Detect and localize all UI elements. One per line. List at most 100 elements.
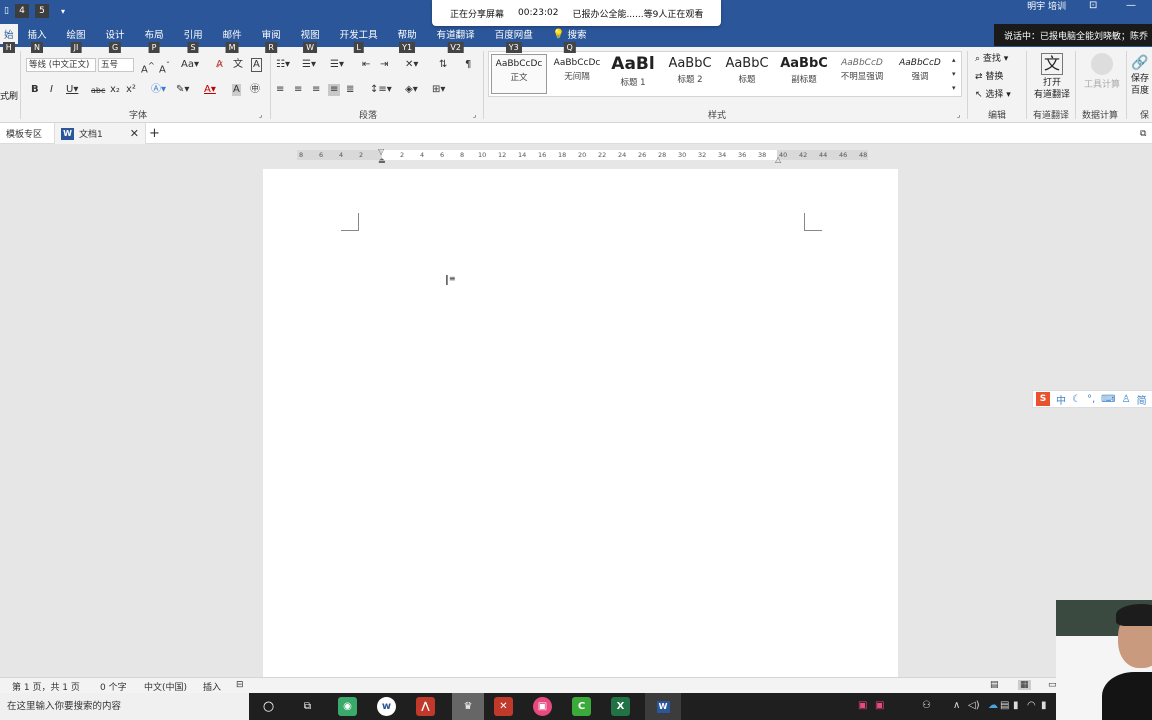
first-line-indent-marker[interactable]: ▽	[378, 147, 384, 156]
font-name-select[interactable]: 等线 (中文正文)	[26, 58, 96, 72]
tab-youdao[interactable]: 有道翻译 V2	[427, 24, 485, 53]
show-marks-icon[interactable]: ¶	[465, 59, 471, 71]
app-green-icon[interactable]: ◉	[338, 697, 357, 716]
find-button[interactable]: ⌕ 查找 ▾	[975, 53, 1008, 65]
format-painter-button[interactable]: 式刷	[0, 91, 18, 103]
left-indent-marker[interactable]: ⏏	[378, 156, 386, 165]
ime-simplified[interactable]: 简	[1137, 392, 1147, 407]
save-icon[interactable]: ▯	[4, 6, 9, 16]
bullets-icon[interactable]: ☷▾	[276, 59, 290, 71]
clear-format-icon[interactable]: A̷	[216, 59, 223, 71]
underline-icon[interactable]: U▾	[66, 84, 78, 96]
tray-app-icon[interactable]: ▣	[858, 700, 867, 711]
page-count[interactable]: 第 1 页，共 1 页	[12, 680, 80, 693]
shrink-font-icon[interactable]: Aˇ	[159, 59, 170, 76]
language[interactable]: 中文(中国)	[144, 680, 187, 693]
tab-template-zone[interactable]: 模板专区	[6, 123, 42, 144]
punctuation-icon[interactable]: °,	[1087, 394, 1095, 405]
volume-icon[interactable]: ◁)	[968, 700, 980, 711]
document-page[interactable]: I≡	[263, 169, 898, 689]
styles-scroll-down-icon[interactable]: ▾	[952, 68, 956, 80]
cortana-icon[interactable]: ○	[259, 697, 278, 716]
tab-design[interactable]: 设计 G	[96, 24, 135, 53]
insert-mode[interactable]: 插入	[203, 680, 221, 693]
align-left-icon[interactable]: ≡	[276, 84, 284, 96]
styles-dialog-launcher-icon[interactable]: ⌟	[957, 109, 960, 121]
styles-scroll-up-icon[interactable]: ▴	[952, 54, 956, 66]
people-icon[interactable]: ⚇	[922, 700, 931, 711]
baidu-save-button[interactable]: 🔗 保存 百度	[1131, 53, 1152, 97]
youdao-translate-button[interactable]: 文 打开 有道翻译	[1032, 53, 1072, 101]
tray-mic-icon[interactable]: ▮	[1041, 700, 1047, 711]
user-name[interactable]: 明宇 培训	[1027, 0, 1066, 14]
font-size-select[interactable]: 五号	[98, 58, 134, 72]
tab-insert[interactable]: 插入 N	[18, 24, 57, 53]
style-subtitle[interactable]: AaBbC 副标题	[776, 54, 832, 94]
text-effects-icon[interactable]: Ⓐ▾	[151, 84, 166, 96]
grow-font-icon[interactable]: A^	[141, 59, 155, 76]
tool-calc-button[interactable]: 工具计算	[1081, 53, 1123, 91]
align-center-icon[interactable]: ≡	[294, 84, 302, 96]
numbering-icon[interactable]: ☰▾	[302, 59, 316, 71]
app-w-icon[interactable]: w	[377, 697, 396, 716]
taskbar-search-input[interactable]: 在这里输入你要搜索的内容	[0, 693, 249, 720]
new-tab-icon[interactable]: +	[149, 123, 160, 144]
tab-view[interactable]: 视图 W	[291, 24, 330, 53]
shading-icon[interactable]: ◈▾	[405, 84, 418, 96]
restore-icon[interactable]: ⧉	[1140, 123, 1146, 144]
app-x-icon[interactable]: ✕	[494, 697, 513, 716]
distributed-icon[interactable]: ≣	[346, 84, 354, 96]
tray-expand-icon[interactable]: ∧	[953, 700, 960, 711]
ime-toolbar[interactable]: S 中 ☾ °, ⌨ ♙ 简	[1032, 390, 1152, 408]
wifi-icon[interactable]: ◠	[1027, 700, 1036, 711]
tray-app2-icon[interactable]: ▣	[875, 700, 884, 711]
style-emphasis[interactable]: AaBbCcD 强调	[892, 54, 948, 94]
tab-mailings[interactable]: 邮件 M	[213, 24, 252, 53]
subscript-icon[interactable]: x₂	[110, 84, 120, 96]
style-no-spacing[interactable]: AaBbCcDc 无间隔	[549, 54, 605, 94]
borders-icon[interactable]: ⊞▾	[432, 84, 445, 96]
close-icon[interactable]: ✕	[130, 127, 139, 140]
ribbon-display-icon[interactable]: ⊡	[1089, 0, 1097, 11]
keyboard-icon[interactable]: ⌨	[1101, 394, 1115, 405]
italic-icon[interactable]: I	[50, 84, 53, 96]
tray-cloud-icon[interactable]: ☁	[988, 700, 998, 711]
char-border-icon[interactable]: A	[251, 58, 262, 72]
style-heading-2[interactable]: AaBbC 标题 2	[662, 54, 718, 94]
phonetic-guide-icon[interactable]: 文	[233, 59, 243, 71]
replace-button[interactable]: ⇄ 替换	[975, 71, 1003, 83]
macro-icon[interactable]: ⊟	[236, 680, 244, 690]
strikethrough-icon[interactable]: abc	[91, 85, 105, 97]
tab-developer[interactable]: 开发工具 L	[330, 24, 388, 53]
excel-icon[interactable]: X	[611, 697, 630, 716]
app-c-icon[interactable]: C	[572, 697, 591, 716]
tray-doc-icon[interactable]: ▤	[1000, 700, 1009, 711]
app-photo-icon[interactable]: ♛	[452, 693, 484, 720]
highlight-icon[interactable]: ✎▾	[176, 84, 189, 96]
read-mode-icon[interactable]: ▤	[990, 680, 999, 690]
pdf-icon[interactable]: ⋀	[416, 697, 435, 716]
tab-layout[interactable]: 布局 P	[135, 24, 174, 53]
styles-more-icon[interactable]: ▾	[952, 82, 956, 94]
increase-indent-icon[interactable]: ⇥	[380, 59, 388, 71]
bold-icon[interactable]: B	[31, 84, 39, 96]
word-taskbar-icon[interactable]: W	[645, 693, 681, 720]
tab-home[interactable]: 始H	[0, 24, 18, 53]
ime-chinese-mode[interactable]: 中	[1056, 392, 1066, 407]
char-shading-icon[interactable]: A	[232, 84, 241, 96]
paragraph-dialog-launcher-icon[interactable]: ⌟	[473, 109, 476, 121]
customize-qat-icon[interactable]: ▾	[61, 7, 65, 16]
decrease-indent-icon[interactable]: ⇤	[362, 59, 370, 71]
moon-icon[interactable]: ☾	[1072, 394, 1081, 405]
app-camera-icon[interactable]: ▣	[533, 697, 552, 716]
task-view-icon[interactable]: ⧉	[298, 697, 317, 716]
enclose-char-icon[interactable]: ㊥	[250, 84, 260, 96]
style-heading-1[interactable]: AaBl 标题 1	[605, 54, 661, 94]
tab-references[interactable]: 引用 S	[174, 24, 213, 53]
tab-search[interactable]: 💡 搜索 Q	[543, 24, 597, 53]
superscript-icon[interactable]: x²	[126, 84, 136, 96]
right-indent-marker[interactable]: △	[775, 155, 781, 164]
tray-usb-icon[interactable]: ▮	[1013, 700, 1019, 711]
style-title[interactable]: AaBbC 标题	[719, 54, 775, 94]
user-icon[interactable]: ♙	[1122, 394, 1131, 405]
